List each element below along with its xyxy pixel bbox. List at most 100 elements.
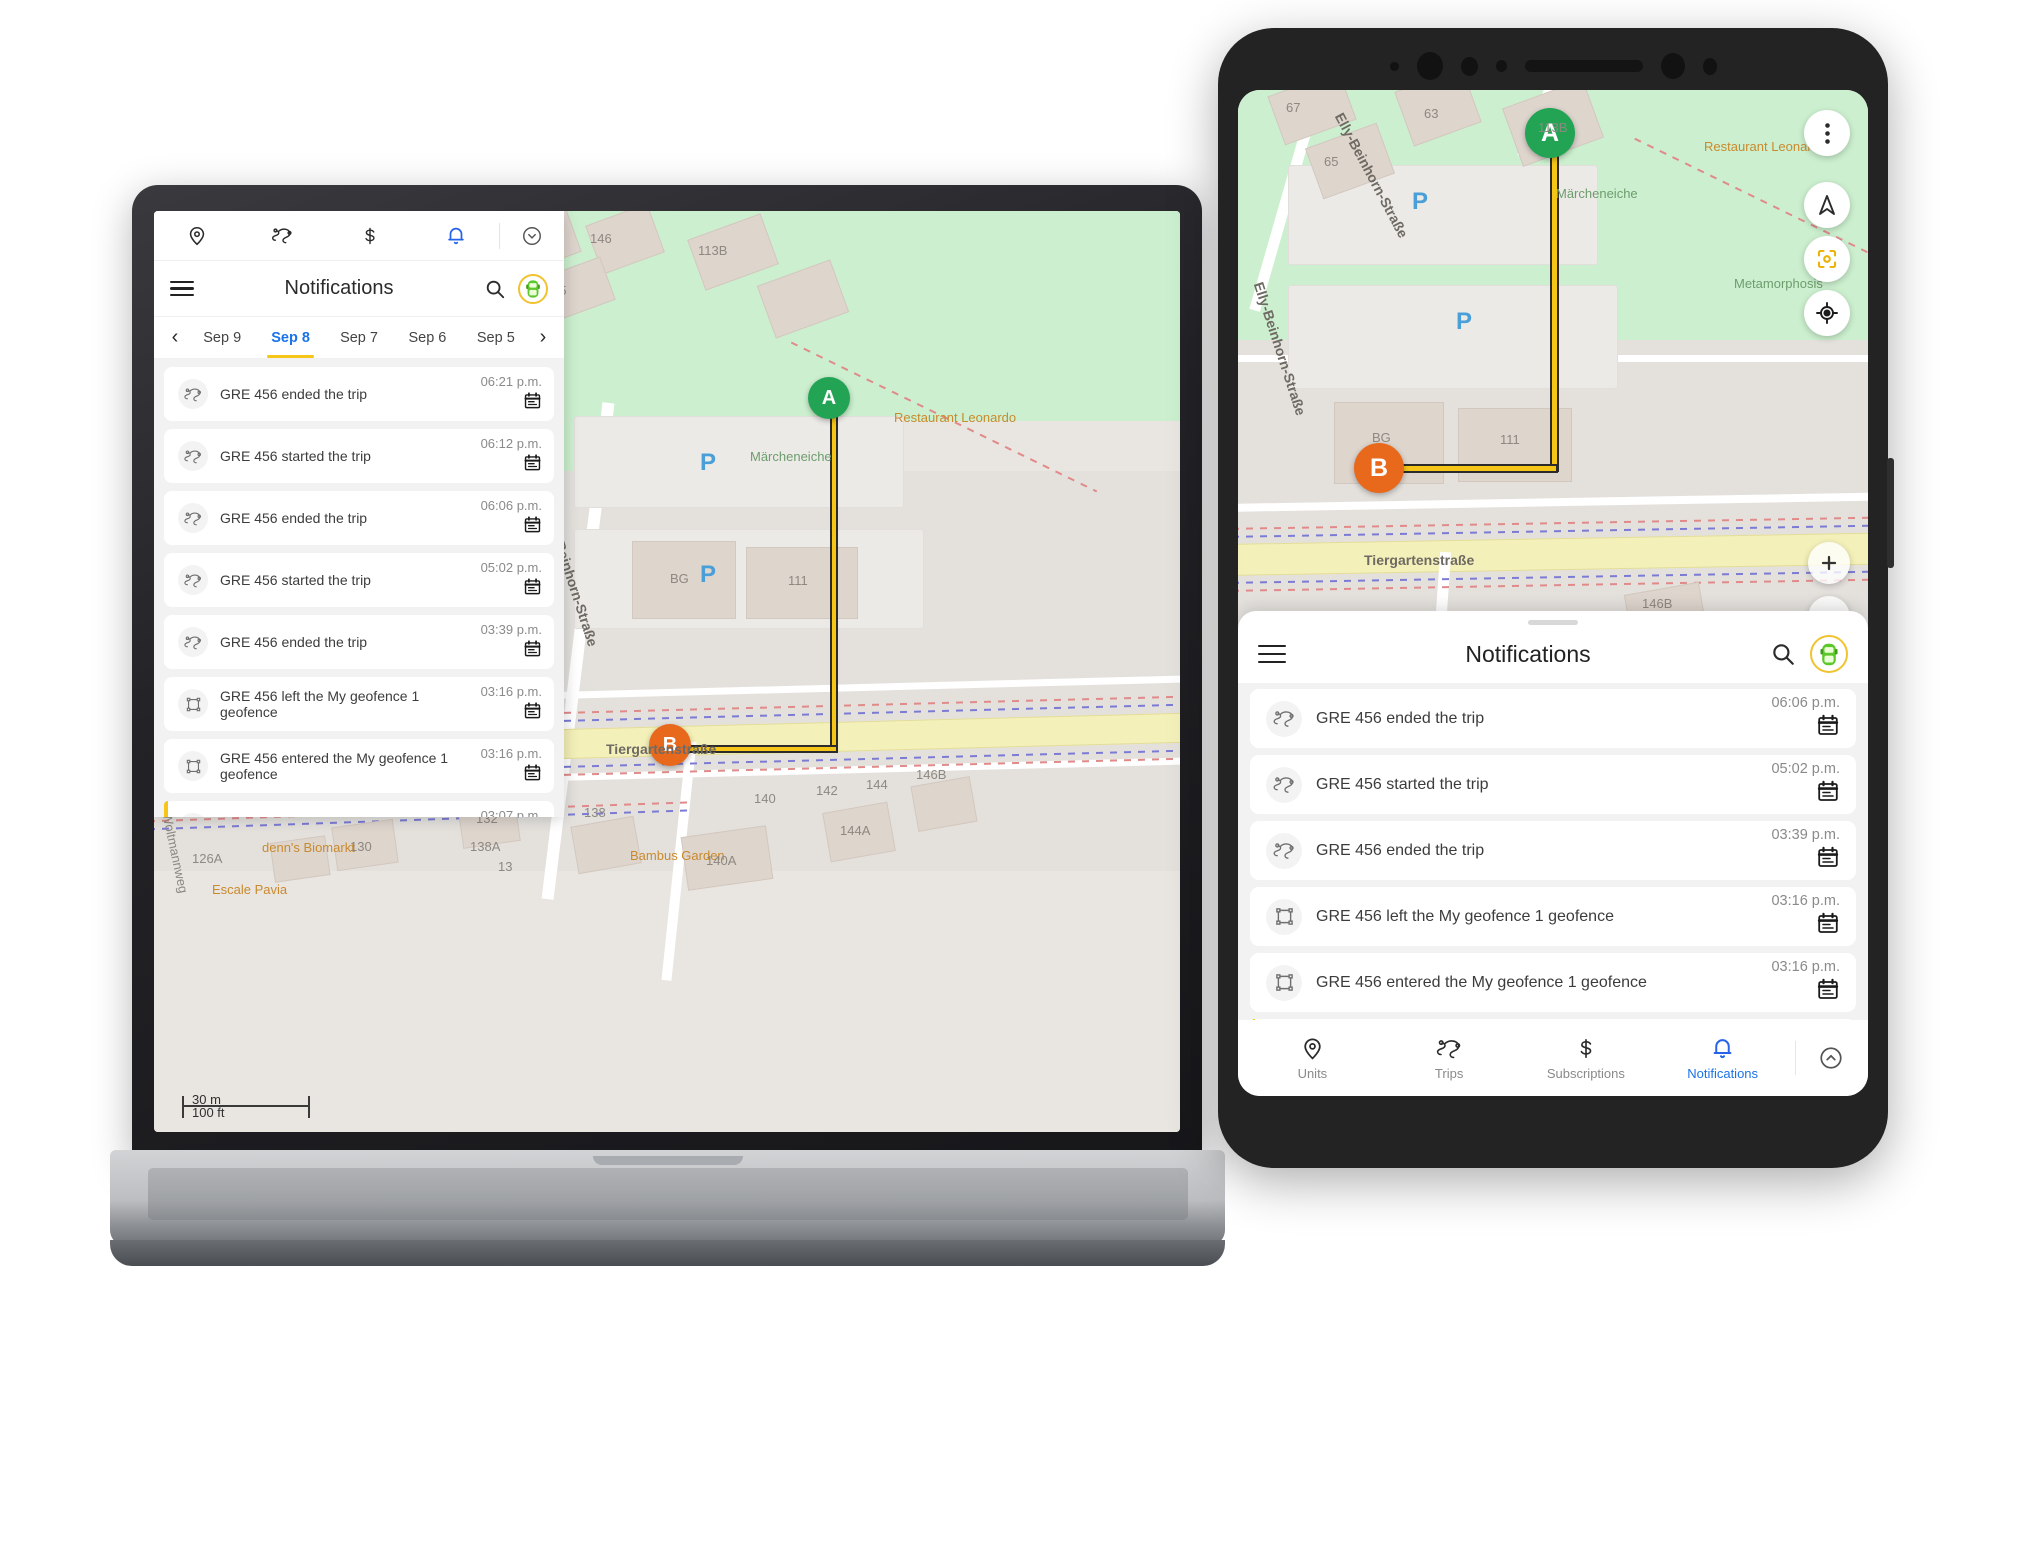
notification-calendar-button[interactable] (523, 391, 542, 415)
trip-route-icon (272, 227, 292, 243)
top-toolbar (154, 211, 564, 261)
date-tab-sep-5[interactable]: Sep 5 (462, 317, 530, 358)
map-my-location-button[interactable] (1804, 290, 1850, 336)
notification-calendar-button[interactable] (1816, 713, 1840, 742)
dollar-icon (365, 227, 375, 244)
notification-calendar-button[interactable] (1816, 977, 1840, 1006)
toolbar-item-trips[interactable] (240, 225, 326, 247)
notification-calendar-button[interactable] (523, 763, 542, 787)
date-next-button[interactable]: › (530, 326, 556, 349)
building-number: 146B (916, 767, 947, 782)
notification-type-icon (1266, 832, 1302, 869)
notifications-list[interactable]: GRE 456 ended the trip 06:06 p.m. GRE 45… (1238, 683, 1868, 1020)
notification-time: 05:02 p.m. (1771, 761, 1840, 777)
date-prev-button[interactable]: ‹ (162, 326, 188, 349)
calendar-icon (524, 515, 541, 532)
trip-start-marker[interactable]: A (808, 377, 850, 419)
bottom-nav-item-units[interactable]: Units (1244, 1036, 1381, 1081)
notification-calendar-button[interactable] (523, 453, 542, 477)
notification-meta: 06:21 p.m. (481, 374, 542, 415)
laptop-screen: A B Elly-Beinhorn-Straße Tiergartenstraß… (154, 211, 1180, 1132)
notification-row[interactable]: GRE 456 started the trip 03:07 p.m. (1250, 1019, 1856, 1020)
poi-label-restaurant: Restaurant Leonardo (894, 410, 1017, 425)
bottom-nav-label: Trips (1434, 1065, 1464, 1081)
date-tab-sep-9[interactable]: Sep 9 (188, 317, 256, 358)
notification-row[interactable]: GRE 456 ended the trip 06:21 p.m. (164, 367, 554, 421)
notification-row[interactable]: GRE 456 left the My geofence 1 geofence … (1250, 887, 1856, 946)
map-focus-button[interactable] (1804, 236, 1850, 282)
toolbar-item-subscriptions[interactable] (327, 225, 413, 247)
notification-row[interactable]: GRE 456 ended the trip 06:06 p.m. (164, 491, 554, 545)
notification-meta: 06:06 p.m. (481, 498, 542, 539)
notification-calendar-button[interactable] (523, 639, 542, 663)
parking-label-2: P (1456, 308, 1473, 335)
notification-time: 05:02 p.m. (480, 559, 542, 575)
calendar-icon (1817, 780, 1839, 801)
calendar-icon (1817, 714, 1839, 735)
notification-row[interactable]: GRE 456 entered the My geofence 1 geofen… (1250, 953, 1856, 1012)
page-title: Notifications (284, 277, 394, 299)
menu-button[interactable] (170, 280, 194, 297)
notification-meta: 03:16 p.m. (1771, 893, 1840, 940)
date-tab-sep-6[interactable]: Sep 6 (393, 317, 461, 358)
calendar-icon (524, 763, 541, 780)
trip-route-icon (184, 636, 202, 649)
notification-row[interactable]: GRE 456 started the trip 05:02 p.m. (1250, 755, 1856, 814)
trip-route-icon (1273, 777, 1294, 793)
search-icon[interactable] (1770, 641, 1796, 667)
notification-calendar-button[interactable] (1816, 779, 1840, 808)
building-number: 140 (754, 791, 776, 806)
notification-meta: 03:16 p.m. (481, 746, 542, 787)
notification-row[interactable]: GRE 456 ended the trip 03:39 p.m. (164, 615, 554, 669)
notification-row[interactable]: GRE 456 started the trip 03:07 p.m. (164, 801, 554, 817)
menu-button[interactable] (1258, 644, 1286, 664)
notification-meta: 03:39 p.m. (1771, 827, 1840, 874)
notification-type-icon (1266, 766, 1302, 803)
toolbar-collapse-button[interactable] (500, 225, 564, 247)
notification-meta: 05:02 p.m. (1771, 761, 1840, 808)
notification-meta: 03:16 p.m. (1771, 959, 1840, 1006)
notification-time: 03:16 p.m. (1771, 959, 1840, 975)
notification-row[interactable]: GRE 456 ended the trip 06:06 p.m. (1250, 689, 1856, 748)
notification-calendar-button[interactable] (1816, 911, 1840, 940)
date-tab-label: Sep 9 (203, 329, 242, 346)
bottom-nav-item-subscriptions[interactable]: Subscriptions (1518, 1036, 1655, 1081)
toolbar-item-notifications[interactable] (413, 225, 499, 247)
notification-row[interactable]: GRE 456 started the trip 06:12 p.m. (164, 429, 554, 483)
building-label-111: 111 (1500, 432, 1520, 447)
map-more-button[interactable] (1804, 110, 1850, 156)
bottom-nav-item-trips[interactable]: Trips (1381, 1036, 1518, 1081)
notification-meta: 06:12 p.m. (481, 436, 542, 477)
date-tab-sep-7[interactable]: Sep 7 (325, 317, 393, 358)
notification-row[interactable]: GRE 456 ended the trip 03:39 p.m. (1250, 821, 1856, 880)
search-icon[interactable] (484, 278, 506, 300)
notification-calendar-button[interactable] (1816, 845, 1840, 874)
building-number: 144A (840, 823, 871, 838)
map-zoom-in-button[interactable] (1808, 542, 1850, 584)
notification-row[interactable]: GRE 456 entered the My geofence 1 geofen… (164, 739, 554, 793)
notification-calendar-button[interactable] (523, 515, 542, 539)
building-number: 146 (590, 231, 612, 246)
bottom-nav-collapse-button[interactable] (1800, 1045, 1862, 1071)
avatar[interactable] (1810, 635, 1848, 673)
navigation-arrow-icon (1819, 195, 1835, 215)
earpiece-speaker (1524, 60, 1643, 72)
notification-calendar-button[interactable] (523, 701, 542, 725)
trip-end-marker[interactable]: B (1354, 443, 1404, 493)
notification-message: GRE 456 ended the trip (1316, 709, 1485, 727)
avatar[interactable] (518, 273, 548, 304)
poi-label-escale: Escale Pavia (212, 882, 288, 897)
notification-row[interactable]: GRE 456 started the trip 05:02 p.m. (164, 553, 554, 607)
sensor-dot (1660, 53, 1685, 79)
phone-side-button[interactable] (1887, 458, 1894, 568)
date-tab-sep-8[interactable]: Sep 8 (256, 317, 324, 358)
date-tab-label: Sep 6 (408, 329, 447, 346)
notification-row[interactable]: GRE 456 left the My geofence 1 geofence … (164, 677, 554, 731)
toolbar-item-units[interactable] (154, 225, 240, 247)
notification-calendar-button[interactable] (523, 577, 542, 601)
parking-label-1: P (700, 449, 717, 476)
notifications-list[interactable]: GRE 456 ended the trip 06:21 p.m. GRE 45… (154, 359, 564, 817)
map-orientation-button[interactable] (1804, 182, 1850, 228)
bottom-nav-item-notifications[interactable]: Notifications (1654, 1036, 1791, 1081)
scale-imperial-label: 100 ft (192, 1105, 225, 1120)
